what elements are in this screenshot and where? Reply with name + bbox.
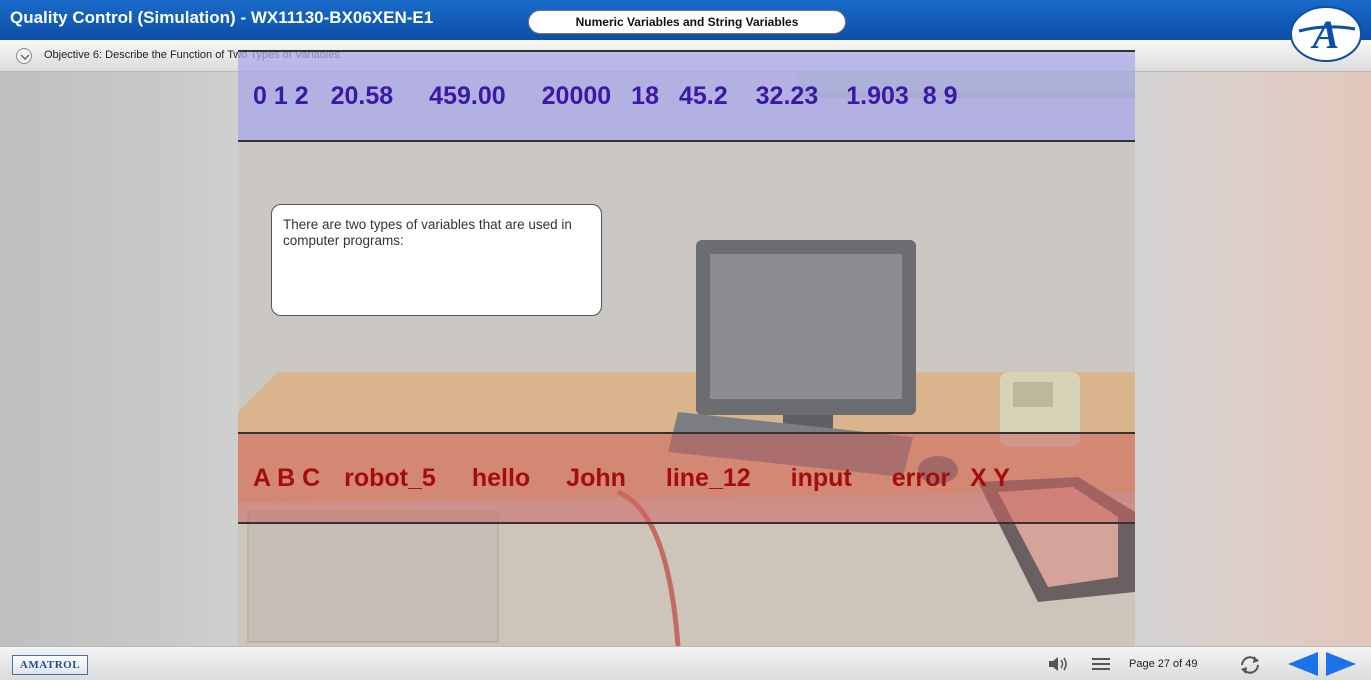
string-value: line_12	[665, 463, 751, 492]
numeric-value: 45.2	[678, 81, 728, 110]
numeric-variables-band: 0 1 2 20.58 459.00 20000 18 45.2 32.23 1…	[238, 50, 1135, 142]
string-variables-band: A B C robot_5 hello John line_12 input e…	[238, 432, 1135, 524]
numeric-value: 1.903	[846, 81, 909, 110]
amatrol-logo: AMATROL	[12, 655, 88, 675]
numeric-value: 32.23	[755, 81, 819, 110]
lesson-stage	[0, 72, 1371, 646]
menu-icon[interactable]	[1092, 657, 1110, 671]
string-value: X Y	[970, 463, 1010, 492]
numeric-value: 8 9	[922, 81, 958, 110]
lesson-subtitle: Numeric Variables and String Variables	[528, 10, 846, 34]
string-value: hello	[471, 463, 531, 492]
numeric-value: 20000	[541, 81, 612, 110]
numeric-value: 20.58	[330, 81, 394, 110]
callout-text: There are two types of variables that ar…	[283, 217, 572, 248]
next-arrow-icon[interactable]	[1324, 650, 1360, 678]
office-desk-scene	[238, 72, 1135, 646]
numeric-value: 459.00	[429, 81, 506, 110]
string-value: input	[790, 463, 852, 492]
string-value: A B C	[253, 463, 321, 492]
speaker-icon[interactable]	[1047, 655, 1071, 673]
page-indicator: Page 27 of 49	[1129, 658, 1198, 670]
refresh-icon[interactable]	[1238, 654, 1262, 676]
svg-text:A: A	[1310, 12, 1340, 57]
string-value: error	[891, 463, 951, 492]
bottom-toolbar: AMATROL Page 27 of 49	[0, 646, 1371, 680]
amatrol-a-logo: A	[1290, 6, 1362, 62]
window-title: Quality Control (Simulation) - WX11130-B…	[10, 8, 434, 27]
string-value: robot_5	[344, 463, 436, 492]
numeric-value: 0 1 2	[253, 81, 309, 110]
chevron-down-icon[interactable]	[16, 48, 32, 64]
explanation-callout: There are two types of variables that ar…	[271, 204, 602, 316]
string-value: John	[566, 463, 626, 492]
numeric-value: 18	[631, 81, 659, 110]
prev-arrow-icon[interactable]	[1284, 650, 1320, 678]
